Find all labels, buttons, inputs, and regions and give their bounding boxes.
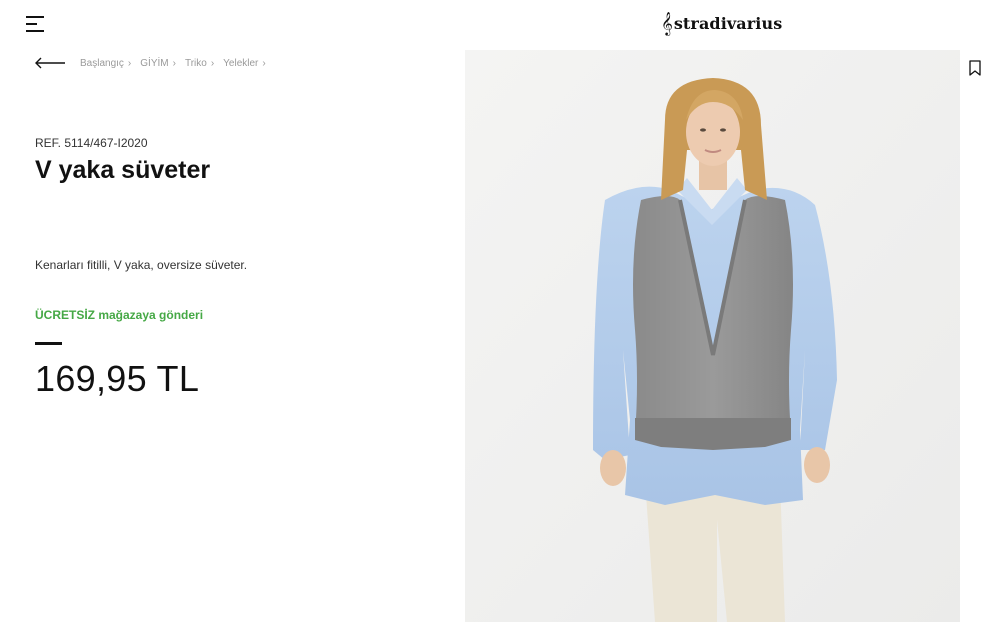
breadcrumb-item-clothing[interactable]: GİYİM › (140, 58, 176, 69)
arrow-left-icon[interactable] (34, 56, 66, 70)
brand-logo[interactable]: 𝄞 stradivarius (661, 8, 782, 38)
breadcrumb-item-knitwear[interactable]: Triko › (185, 58, 214, 69)
product-image[interactable] (465, 50, 960, 622)
price-divider (35, 342, 62, 345)
chevron-right-icon: › (172, 58, 176, 69)
model-photo (465, 50, 960, 622)
breadcrumb-label: Yelekler (223, 58, 259, 69)
chevron-right-icon: › (210, 58, 215, 69)
hamburger-menu-icon[interactable] (26, 15, 46, 33)
brand-name: stradivarius (673, 13, 783, 33)
product-title: V yaka süveter (35, 156, 211, 184)
breadcrumb: Başlangıç › GİYİM › Triko › Yelekler › (80, 58, 275, 69)
breadcrumb-label: Başlangıç (80, 58, 124, 69)
breadcrumb-item-vests[interactable]: Yelekler › (223, 58, 266, 69)
chevron-right-icon: › (127, 58, 132, 69)
chevron-right-icon: › (262, 58, 266, 69)
bookmark-icon[interactable] (968, 60, 982, 76)
product-reference: REF. 5114/467-I2020 (35, 136, 148, 150)
breadcrumb-label: Triko (184, 58, 207, 69)
treble-clef-icon: 𝄞 (661, 11, 673, 35)
product-description: Kenarları fitilli, V yaka, oversize süve… (35, 258, 248, 272)
breadcrumb-label: GİYİM (140, 58, 169, 69)
free-shipping-link[interactable]: ÜCRETSİZ mağazaya gönderi (35, 308, 203, 322)
breadcrumb-item-home[interactable]: Başlangıç › (80, 58, 131, 69)
product-price: 169,95 TL (35, 358, 200, 399)
